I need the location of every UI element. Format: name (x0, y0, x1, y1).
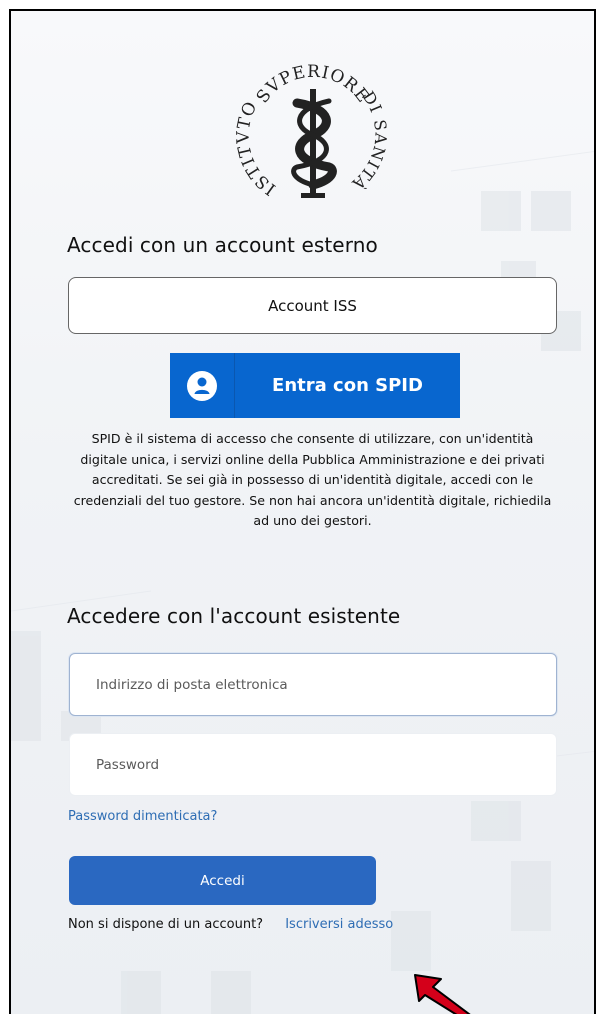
spid-login-button[interactable]: Entra con SPID (170, 353, 460, 418)
institute-logo: SVPERIORE ISTITVTO DI SANITÀ (233, 53, 393, 213)
logo-text-right: DI SANITÀ (348, 88, 390, 195)
spid-login-label: Entra con SPID (272, 375, 423, 396)
no-account-row: Non si dispone di un account? Iscriversi… (68, 917, 393, 932)
no-account-text: Non si dispone di un account? (68, 917, 264, 932)
login-page: SVPERIORE ISTITVTO DI SANITÀ Accedi con … (9, 9, 596, 1014)
email-field[interactable] (69, 653, 557, 716)
spid-description: SPID è il sistema di accesso che consent… (73, 431, 552, 529)
account-iss-label: Account ISS (268, 296, 357, 315)
existing-account-title: Accedere con l'account esistente (67, 604, 401, 628)
spid-user-icon (170, 353, 235, 418)
svg-text:DI SANITÀ: DI SANITÀ (348, 88, 391, 195)
svg-text:ISTITVTO: ISTITVTO (234, 98, 280, 199)
signup-link[interactable]: Iscriversi adesso (285, 917, 393, 932)
password-field[interactable] (69, 733, 557, 796)
external-account-title: Accedi con un account esterno (67, 233, 378, 257)
red-annotation-arrow-icon (414, 974, 471, 1014)
logo-text-left: ISTITVTO (234, 98, 279, 199)
login-submit-button[interactable]: Accedi (69, 856, 376, 905)
account-iss-button[interactable]: Account ISS (68, 277, 557, 334)
forgot-password-link[interactable]: Password dimenticata? (68, 809, 217, 824)
